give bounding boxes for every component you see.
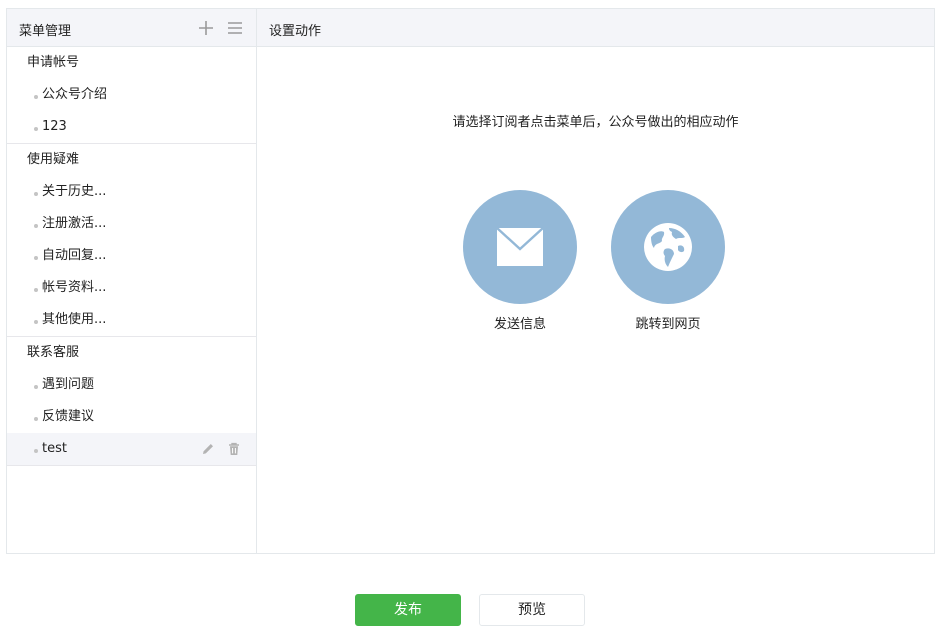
menu-group-title[interactable]: 申请帐号 [7,47,256,79]
jump-to-webpage-option[interactable]: 跳转到网页 [598,190,738,332]
bullet-dot [34,385,38,389]
jump-to-webpage-circle[interactable] [611,190,725,304]
bullet-dot [34,288,38,292]
menu-management-header: 菜单管理 [7,9,256,47]
menu-sub-item-label: 遇到问题 [42,377,95,392]
envelope-icon [496,227,544,266]
menu-group-title[interactable]: 使用疑难 [7,144,256,176]
menu-sub-item[interactable]: 123 [7,111,256,143]
list-icon[interactable] [226,19,244,37]
menu-group-title[interactable]: 联系客服 [7,337,256,369]
menu-sub-item-label: 公众号介绍 [42,87,108,102]
preview-button[interactable]: 预览 [479,594,585,626]
menu-sub-item-label: 其他使用... [42,312,107,327]
trash-icon[interactable] [227,442,241,456]
menu-sub-item-label: 帐号资料... [42,280,107,295]
menu-editor-panel: 菜单管理 申请帐号 公众号介绍 123 使用疑难 关于历史... 注册激活...… [6,8,935,554]
menu-group: 联系客服 遇到问题 反馈建议 test [7,337,256,466]
send-message-label: 发送信息 [493,317,546,332]
menu-sub-item[interactable]: 帐号资料... [7,272,256,304]
menu-sub-item[interactable]: 反馈建议 [7,401,256,433]
bullet-dot [34,95,38,99]
menu-management-title: 菜单管理 [19,24,72,39]
menu-management-pane: 菜单管理 申请帐号 公众号介绍 123 使用疑难 关于历史... 注册激活...… [7,9,257,553]
bullet-dot [34,449,38,453]
menu-sub-item[interactable]: 关于历史... [7,176,256,208]
bullet-dot [34,320,38,324]
menu-sub-item[interactable]: 遇到问题 [7,369,256,401]
action-settings-title: 设置动作 [269,24,322,39]
globe-icon [644,223,692,271]
plus-icon[interactable] [197,19,215,37]
publish-button[interactable]: 发布 [355,594,461,626]
menu-sub-item[interactable]: 公众号介绍 [7,79,256,111]
jump-to-webpage-label: 跳转到网页 [635,317,701,332]
action-settings-header: 设置动作 [257,9,934,47]
menu-sub-item-label: 注册激活... [42,216,107,231]
send-message-option[interactable]: 发送信息 [450,190,590,332]
bullet-dot [34,224,38,228]
menu-sub-item[interactable]: 其他使用... [7,304,256,336]
menu-sub-item-label: 自动回复... [42,248,107,263]
bullet-dot [34,127,38,131]
menu-sub-item-selected[interactable]: test [7,433,256,465]
menu-sub-item-label: 123 [42,119,67,134]
menu-sub-item[interactable]: 自动回复... [7,240,256,272]
pencil-icon[interactable] [201,442,215,456]
bullet-dot [34,256,38,260]
action-prompt-text: 请选择订阅者点击菜单后，公众号做出的相应动作 [452,115,739,130]
menu-sub-item-label: test [42,441,67,456]
menu-sub-item-label: 关于历史... [42,184,107,199]
menu-group: 使用疑难 关于历史... 注册激活... 自动回复... 帐号资料... 其他使… [7,144,256,337]
menu-sub-item[interactable]: 注册激活... [7,208,256,240]
menu-sub-item-label: 反馈建议 [42,409,95,424]
bullet-dot [34,417,38,421]
menu-group: 申请帐号 公众号介绍 123 [7,47,256,144]
send-message-circle[interactable] [463,190,577,304]
action-settings-pane: 设置动作 请选择订阅者点击菜单后，公众号做出的相应动作 发送信息 跳转到网页 [257,9,934,553]
bullet-dot [34,192,38,196]
